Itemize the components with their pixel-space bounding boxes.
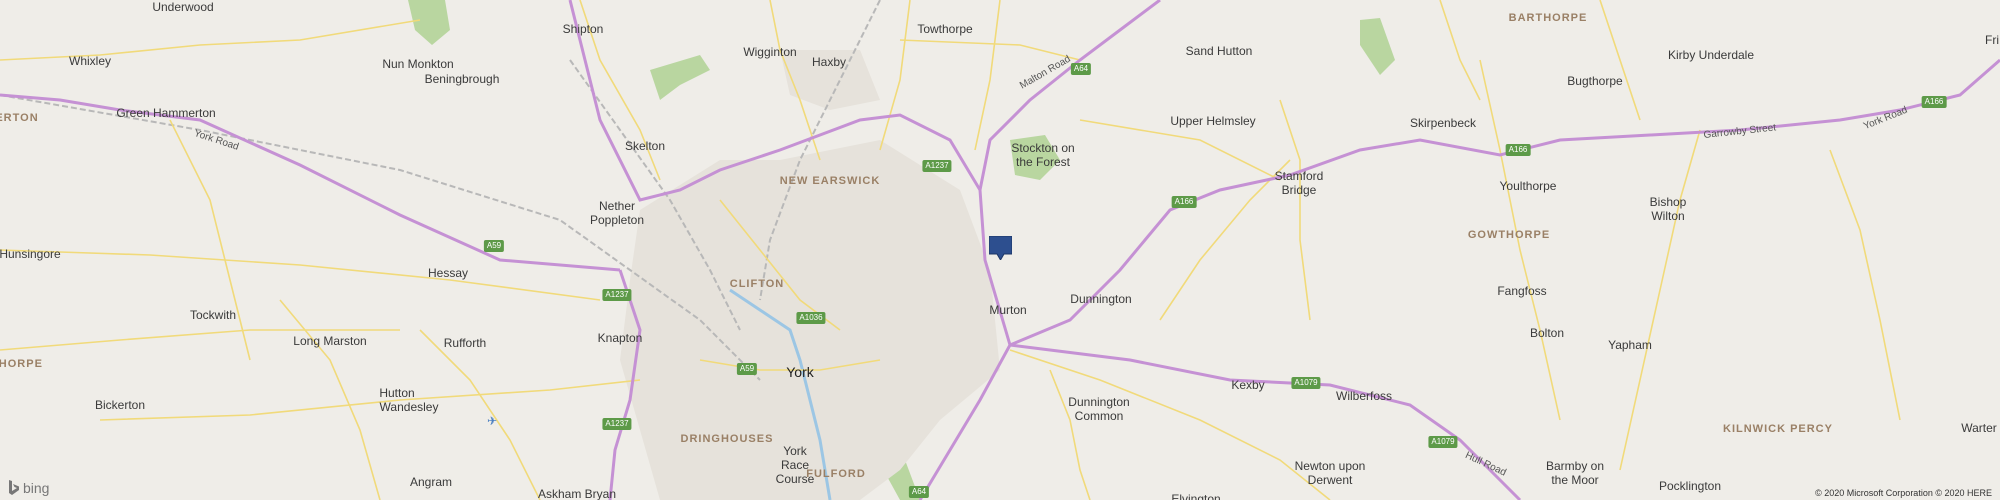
place-label: Stamford — [1274, 169, 1324, 183]
place-label: Bickerton — [94, 398, 146, 412]
place-label: Fangfoss — [1497, 284, 1547, 298]
place-label: Stockton on — [1011, 141, 1075, 155]
place-label: Rufforth — [443, 336, 487, 350]
district-label: GOWTHORPE — [1467, 229, 1551, 241]
place-label: Nether — [598, 199, 636, 213]
place-label: Bugthorpe — [1567, 74, 1623, 88]
district-label: CLIFTON — [729, 278, 785, 290]
place-label: Bishop — [1649, 195, 1687, 209]
district-label: KILNWICK PERCY — [1723, 423, 1833, 435]
place-label: Angram — [409, 475, 453, 489]
place-label: Kexby — [1231, 378, 1265, 392]
place-label: Warter — [1961, 421, 1997, 435]
bing-logo[interactable]: bing — [8, 480, 49, 496]
place-label: Tockwith — [189, 308, 237, 322]
district-label: THORPE — [0, 358, 43, 370]
district-label: BARTHORPE — [1508, 12, 1588, 24]
place-label: Askham Bryan — [537, 487, 617, 500]
green-area — [1360, 18, 1395, 75]
place-label: Long Marston — [293, 334, 367, 348]
place-label: the Forest — [1015, 155, 1071, 169]
road-shield: A1079 — [1428, 436, 1458, 448]
place-label: Barmby on — [1545, 459, 1605, 473]
place-label: Wilton — [1651, 209, 1685, 223]
place-label: Newton upon — [1294, 459, 1366, 473]
place-label: Derwent — [1307, 473, 1353, 487]
green-area — [650, 55, 710, 100]
place-label: Murton — [989, 303, 1027, 317]
place-label: Skelton — [624, 139, 666, 153]
place-label: Bolton — [1529, 326, 1565, 340]
place-label: Kirby Underdale — [1667, 48, 1755, 62]
green-area — [408, 0, 450, 45]
place-label: Towthorpe — [917, 22, 973, 36]
place-label: Dunnington — [1070, 292, 1132, 306]
district-label: FULFORD — [806, 468, 866, 480]
place-label: Wilberfoss — [1335, 389, 1393, 403]
place-label: Knapton — [597, 331, 643, 345]
place-label: Pocklington — [1658, 479, 1722, 493]
district-label: DRINGHOUSES — [680, 433, 774, 445]
road-shield: A1079 — [1291, 377, 1321, 389]
road-shield: A166 — [1921, 96, 1947, 108]
place-label: Fri — [1985, 33, 1999, 47]
road-shield: A166 — [1171, 196, 1197, 208]
place-label: York — [783, 444, 807, 458]
place-label: Nun Monkton — [382, 57, 454, 71]
place-label: Underwood — [152, 0, 214, 14]
airport-icon[interactable]: ✈ — [487, 414, 497, 428]
road-shield: A1237 — [602, 418, 632, 430]
place-label: Hutton — [379, 386, 415, 400]
road-shield: A1036 — [796, 312, 826, 324]
place-label: Hessay — [427, 266, 469, 280]
place-label: Beningbrough — [424, 72, 500, 86]
place-label: Youlthorpe — [1499, 179, 1557, 193]
place-label: Wandesley — [379, 400, 439, 414]
place-label: Elvington — [1171, 492, 1221, 500]
place-label: Wigginton — [743, 45, 797, 59]
district-label: ERTON — [0, 112, 39, 124]
place-label: Common — [1074, 409, 1124, 423]
place-label: Green Hammerton — [116, 106, 216, 120]
district-label: NEW EARSWICK — [779, 175, 881, 187]
place-label: Poppleton — [589, 213, 645, 227]
place-label: Upper Helmsley — [1170, 114, 1256, 128]
road-shield: A64 — [1070, 63, 1092, 75]
road-shield: A59 — [736, 363, 758, 375]
map-canvas[interactable]: Malton Road York Road Garrowby Street Yo… — [0, 0, 2000, 500]
place-label: Skirpenbeck — [1409, 116, 1477, 130]
place-label: Dunnington — [1068, 395, 1130, 409]
road-shield: A64 — [908, 486, 930, 498]
bing-logo-text: bing — [23, 480, 50, 496]
road-shield: A166 — [1505, 144, 1531, 156]
place-label: Yapham — [1608, 338, 1652, 352]
place-label: Bridge — [1281, 183, 1317, 197]
place-label: Sand Hutton — [1185, 44, 1253, 58]
road-shield: A59 — [483, 240, 505, 252]
place-label: Race — [780, 458, 810, 472]
city-label: York — [786, 364, 814, 380]
road-shield: A1237 — [602, 289, 632, 301]
place-label: Whixley — [68, 54, 112, 68]
place-label: Haxby — [811, 55, 847, 69]
place-label: the Moor — [1551, 473, 1599, 487]
location-marker-icon[interactable] — [989, 236, 1012, 260]
map-attribution: © 2020 Microsoft Corporation © 2020 HERE — [1815, 488, 1992, 498]
place-label: Hunsingore — [0, 247, 61, 261]
bing-logo-icon — [9, 480, 19, 495]
place-label: Shipton — [562, 22, 604, 36]
road-shield: A1237 — [922, 160, 952, 172]
